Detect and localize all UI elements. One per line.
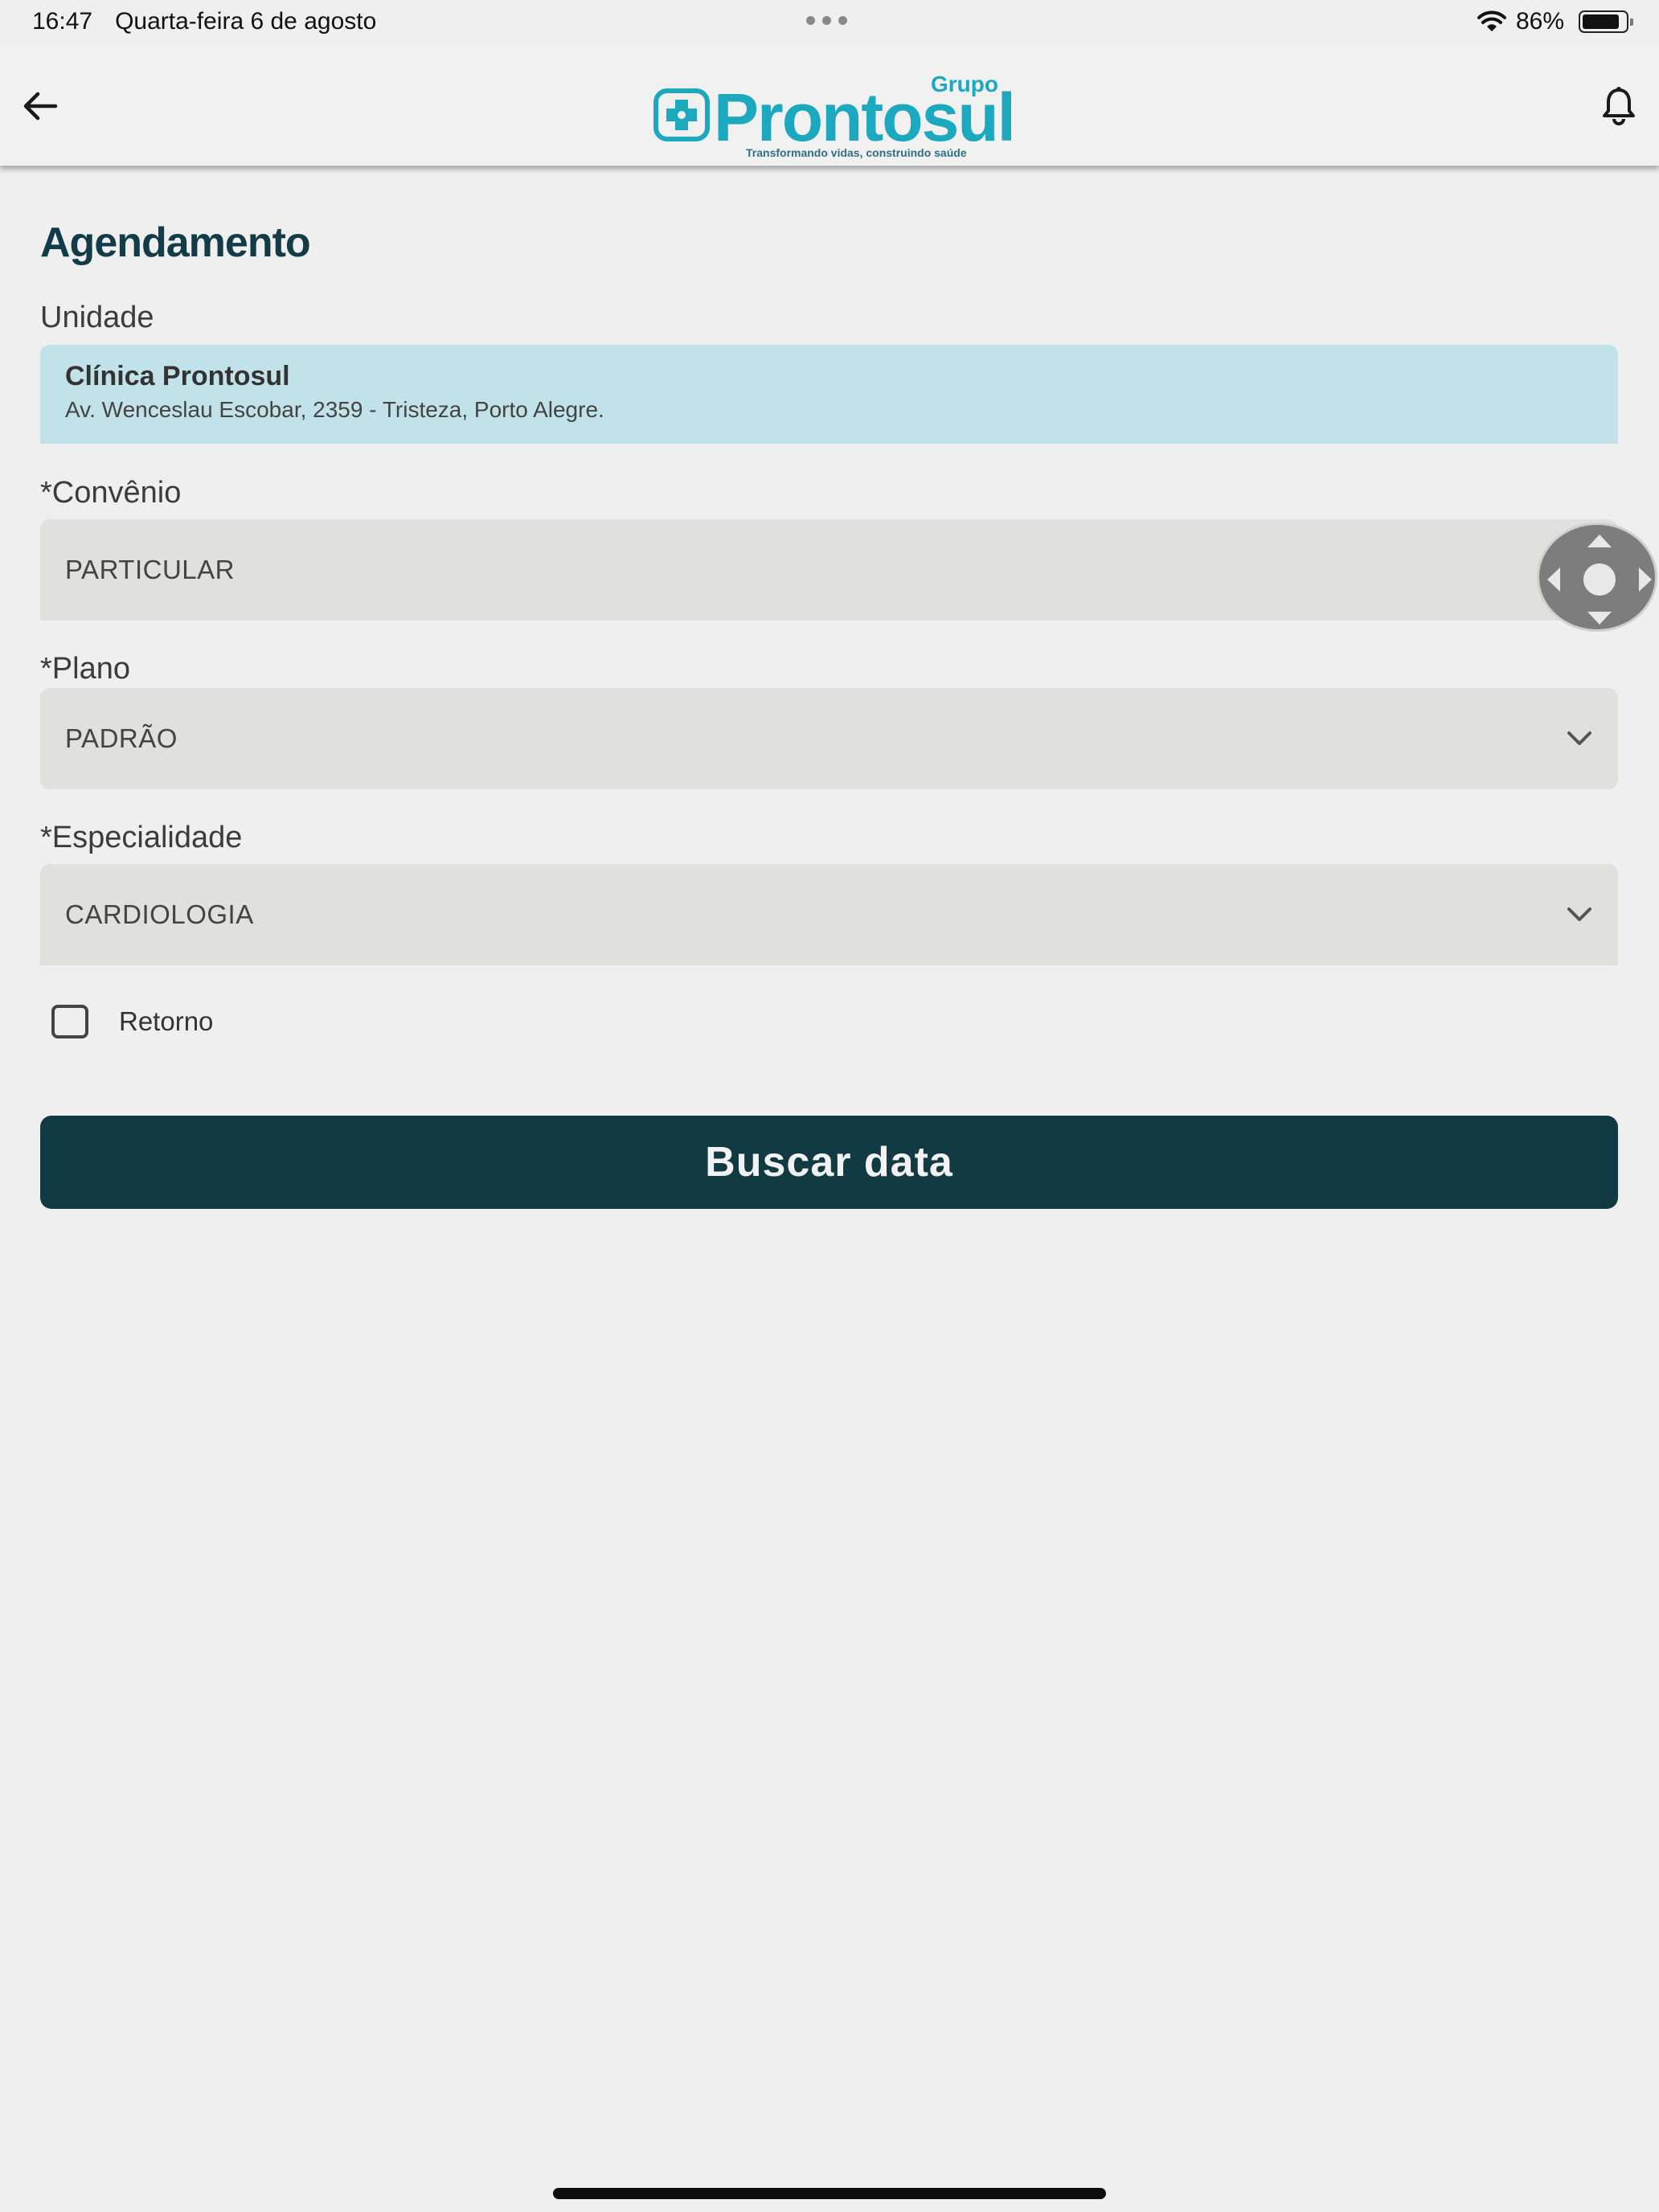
bell-icon — [1603, 87, 1635, 125]
logo-tagline: Transformando vidas, construindo saúde — [746, 146, 967, 159]
app-header: Prontosul Grupo Transformando vidas, con… — [0, 43, 1659, 166]
battery-percent: 86% — [1515, 8, 1564, 35]
retorno-label: Retorno — [119, 1006, 214, 1036]
plano-value: PADRÃO — [65, 723, 178, 753]
plano-label: *Plano — [40, 652, 130, 686]
status-bar: 16:47 Quarta-feira 6 de agosto 86% — [0, 0, 1659, 43]
plano-select[interactable]: PADRÃO — [40, 688, 1618, 789]
retorno-checkbox-row[interactable]: Retorno — [51, 1005, 213, 1038]
home-indicator[interactable] — [553, 2188, 1106, 2199]
search-date-button[interactable]: Buscar data — [40, 1116, 1618, 1209]
status-left: 16:47 Quarta-feira 6 de agosto — [32, 8, 376, 35]
assistive-touch-button[interactable] — [1537, 522, 1657, 632]
status-right: 86% — [1476, 8, 1633, 35]
arrow-left-icon — [23, 92, 58, 121]
wifi-icon — [1477, 10, 1506, 31]
multitasking-dots-icon[interactable] — [806, 16, 847, 25]
especialidade-select[interactable]: CARDIOLOGIA — [40, 864, 1618, 965]
logo-group: Grupo — [931, 72, 998, 96]
convenio-label: *Convênio — [40, 476, 182, 510]
notifications-button[interactable] — [1596, 84, 1641, 129]
medical-cross-logo-icon — [653, 88, 710, 141]
especialidade-value: CARDIOLOGIA — [65, 899, 254, 929]
back-button[interactable] — [18, 86, 63, 126]
unit-name: Clínica Prontosul — [65, 361, 290, 391]
dpad-icon — [1547, 535, 1652, 625]
page-title: Agendamento — [40, 219, 311, 266]
unit-card: Clínica Prontosul Av. Wenceslau Escobar,… — [40, 345, 1618, 444]
chevron-down-icon — [1567, 731, 1591, 745]
unit-address: Av. Wenceslau Escobar, 2359 - Tristeza, … — [65, 397, 604, 422]
status-time: 16:47 — [32, 8, 93, 35]
convenio-value: PARTICULAR — [65, 555, 235, 584]
chevron-down-icon — [1567, 907, 1591, 921]
especialidade-label: *Especialidade — [40, 821, 243, 854]
unit-label: Unidade — [40, 301, 154, 334]
battery-icon — [1579, 10, 1633, 33]
convenio-select[interactable]: PARTICULAR — [40, 519, 1618, 621]
prontosul-logo: Prontosul Grupo Transformando vidas, con… — [651, 72, 1021, 161]
status-date: Quarta-feira 6 de agosto — [115, 8, 377, 35]
retorno-checkbox[interactable] — [51, 1005, 88, 1038]
